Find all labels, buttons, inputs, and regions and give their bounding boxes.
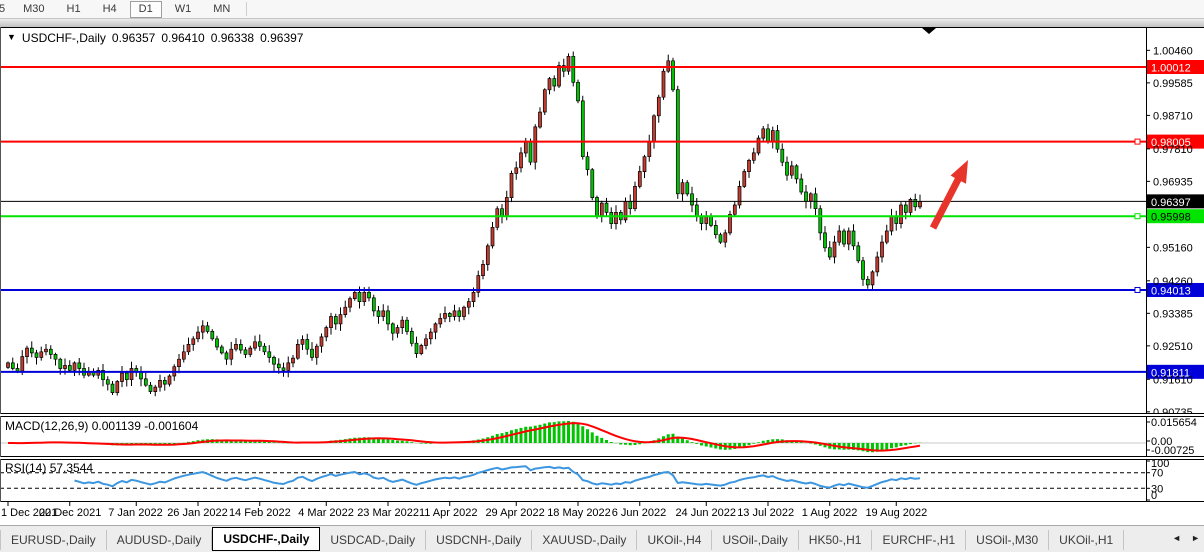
line-drag-handle[interactable] (1135, 287, 1140, 292)
price-line-label: 1.00012 (1151, 63, 1191, 75)
symbol-tab-usdchf-daily[interactable]: USDCHF-,Daily (212, 527, 320, 551)
rsi-axis-label: 70 (1151, 468, 1163, 480)
symbol-tab-usdcnh-daily[interactable]: USDCNH-,Daily (426, 530, 532, 550)
tab-scroll-arrows: ◄ ► (1172, 533, 1200, 543)
price-axis-tick-label: 0.92510 (1153, 341, 1193, 353)
macd-values: 0.001139 -0.001604 (92, 419, 199, 433)
price-axis-tick-label: 0.91610 (1153, 374, 1193, 386)
window-separator (0, 19, 1204, 27)
timeframe-button-w1[interactable]: W1 (166, 1, 201, 18)
main-price-chart[interactable]: 1.000120.980050.963970.959980.940130.918… (0, 27, 1204, 414)
line-drag-handle[interactable] (1135, 214, 1140, 219)
symbol-tab-bar: EURUSD-,DailyAUDUSD-,DailyUSDCHF-,DailyU… (0, 525, 1204, 552)
open-value: 0.96357 (112, 31, 155, 45)
date-axis-tick-label: 23 Mar 2022 (357, 507, 419, 519)
timeframe-button-d1[interactable]: D1 (130, 1, 162, 18)
date-axis-tick-label: 13 Jul 2022 (737, 507, 794, 519)
timeframe-button-m30[interactable]: M30 (14, 1, 53, 18)
line-drag-handle[interactable] (1135, 139, 1140, 144)
macd-label: MACD(12,26,9) 0.001139 -0.001604 (5, 419, 198, 433)
symbol-dropdown-icon[interactable]: ▼ (7, 32, 16, 42)
symbol-name: USDCHF-,Daily (22, 31, 106, 45)
price-axis-tick-label: 0.90735 (1153, 407, 1193, 414)
timeframe-button-5[interactable]: 5 (0, 1, 10, 18)
price-axis-tick-label: 1.00460 (1153, 45, 1193, 57)
date-axis-tick-label: 20 Dec 2021 (39, 507, 101, 519)
symbol-tab-usoil-m30[interactable]: USOil-,M30 (966, 530, 1049, 550)
price-axis-tick-label: 0.95160 (1153, 242, 1193, 254)
price-axis-tick-label: 0.99585 (1153, 78, 1193, 90)
symbol-tab-xauusd-daily[interactable]: XAUUSD-,Daily (532, 530, 637, 550)
symbol-tab-ukoil-h1[interactable]: UKOil-,H1 (1049, 530, 1124, 550)
price-line-label: 0.95998 (1151, 212, 1191, 224)
date-axis-tick-label: 24 Jun 2022 (675, 507, 736, 519)
timeframe-button-h1[interactable]: H1 (58, 1, 90, 18)
price-axis-tick-label: 0.93385 (1153, 308, 1193, 320)
tab-scroll-left-icon[interactable]: ◄ (1172, 533, 1181, 543)
timeframe-button-mn[interactable]: MN (204, 1, 239, 18)
date-axis-tick-label: 7 Jan 2022 (108, 507, 162, 519)
symbol-ohlc-header: ▼ USDCHF-,Daily 0.96357 0.96410 0.96338 … (7, 31, 303, 45)
date-axis-tick-label: 1 Aug 2022 (802, 507, 858, 519)
rsi-value: 57.3544 (50, 461, 93, 475)
low-value: 0.96338 (211, 31, 254, 45)
date-axis-tick-label: 11 Apr 2022 (419, 507, 478, 519)
high-value: 0.96410 (161, 31, 204, 45)
tab-scroll-right-icon[interactable]: ► (1191, 533, 1200, 543)
symbol-tab-eurchf-h1[interactable]: EURCHF-,H1 (872, 530, 966, 550)
date-axis-tick-label: 19 Aug 2022 (865, 507, 927, 519)
rsi-label: RSI(14) 57.3544 (5, 461, 93, 475)
date-axis-tick-label: 26 Jan 2022 (167, 507, 228, 519)
timeframe-toolbar: 5M30 H1H4D1W1MN (0, 0, 1204, 19)
symbol-tab-ukoil-h4[interactable]: UKOil-,H4 (637, 530, 712, 550)
symbol-tab-usdcad-daily[interactable]: USDCAD-,Daily (320, 530, 426, 550)
price-axis-tick-label: 0.94260 (1153, 276, 1193, 288)
symbol-tab-eurusd-daily[interactable]: EURUSD-,Daily (0, 530, 107, 550)
close-value: 0.96397 (260, 31, 303, 45)
rsi-title: RSI(14) (5, 461, 46, 475)
macd-title: MACD(12,26,9) (5, 419, 88, 433)
price-axis-tick-label: 0.97810 (1153, 144, 1193, 156)
macd-axis-label: -0.00725 (1151, 445, 1194, 457)
rsi-axis-label: 0 (1151, 490, 1157, 502)
trading-platform-window: 5M30H1H4D1W1MN 1.000120.980050.963970.95… (0, 0, 1204, 552)
price-line-label: 0.96397 (1151, 197, 1191, 209)
date-axis-tick-label: 18 May 2022 (547, 507, 611, 519)
toolbar-separator (246, 2, 247, 16)
date-axis-tick-label: 4 Mar 2022 (298, 507, 354, 519)
price-axis-tick-label: 0.96935 (1153, 176, 1193, 188)
date-axis-tick-label: 6 Jun 2022 (612, 507, 666, 519)
macd-axis-label: 0.015654 (1151, 417, 1197, 429)
date-axis-tick-label: 14 Feb 2022 (229, 507, 291, 519)
symbol-tab-usoil-daily[interactable]: USOil-,Daily (712, 530, 798, 550)
symbol-tab-hk50-h1[interactable]: HK50-,H1 (799, 530, 873, 550)
rsi-indicator-panel[interactable]: 10070300 (0, 459, 1204, 502)
price-axis-tick-label: 0.98710 (1153, 110, 1193, 122)
symbol-tab-audusd-daily[interactable]: AUDUSD-,Daily (107, 530, 213, 550)
date-axis-tick-label: 29 Apr 2022 (485, 507, 544, 519)
timeframe-button-h4[interactable]: H4 (94, 1, 126, 18)
